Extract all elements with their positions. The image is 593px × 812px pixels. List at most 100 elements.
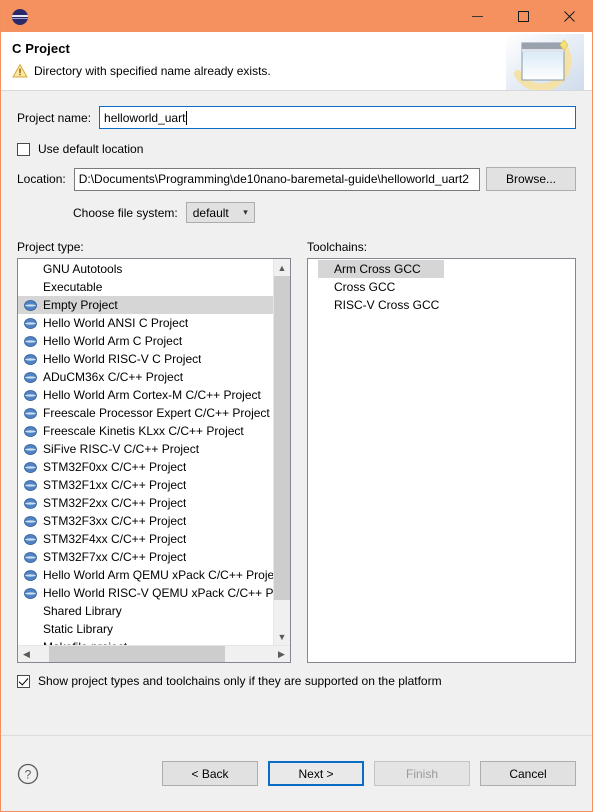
scroll-left-icon[interactable]: ◀ bbox=[18, 646, 35, 662]
scroll-down-icon[interactable]: ▼ bbox=[274, 628, 290, 645]
project-name-label: Project name: bbox=[17, 110, 92, 125]
toolchain-item[interactable]: Cross GCC bbox=[318, 278, 575, 296]
project-type-item-label: Hello World RISC-V QEMU xPack C/C++ Proj bbox=[43, 586, 273, 600]
project-type-item-label: STM32F7xx C/C++ Project bbox=[43, 550, 187, 564]
project-type-item[interactable]: Hello World RISC-V C Project bbox=[18, 350, 273, 368]
toolchain-item[interactable]: Arm Cross GCC bbox=[318, 260, 444, 278]
toolchains-listbox[interactable]: Arm Cross GCC Cross GCC RISC-V Cross GCC bbox=[307, 258, 576, 663]
project-type-icon bbox=[24, 533, 37, 545]
scroll-right-icon[interactable]: ▶ bbox=[273, 646, 290, 662]
vertical-scroll-track[interactable] bbox=[274, 276, 290, 628]
project-type-item[interactable]: Hello World Arm C Project bbox=[18, 332, 273, 350]
project-type-icon bbox=[24, 515, 37, 527]
toolchains-column: Toolchains: Arm Cross GCC Cross GCC RISC-V… bbox=[307, 240, 576, 663]
project-type-item[interactable]: STM32F1xx C/C++ Project bbox=[18, 476, 273, 494]
platform-filter-checkbox[interactable] bbox=[17, 674, 30, 688]
warning-icon bbox=[12, 64, 28, 78]
location-row: Location: D:\Documents\Programming\de10n… bbox=[17, 167, 576, 191]
project-type-item[interactable]: Static Library bbox=[18, 620, 273, 638]
project-type-icon bbox=[24, 569, 37, 581]
project-type-item-label: Static Library bbox=[43, 622, 114, 636]
project-type-item-label: STM32F2xx C/C++ Project bbox=[43, 496, 187, 510]
project-type-item-label: Empty Project bbox=[43, 298, 118, 312]
project-type-item[interactable]: STM32F0xx C/C++ Project bbox=[18, 458, 273, 476]
project-type-item[interactable]: STM32F4xx C/C++ Project bbox=[18, 530, 273, 548]
scroll-up-icon[interactable]: ▲ bbox=[274, 259, 290, 276]
project-type-item[interactable]: Hello World ANSI C Project bbox=[18, 314, 273, 332]
project-type-item[interactable]: Executable bbox=[18, 278, 273, 296]
toolchains-label: Toolchains: bbox=[307, 240, 368, 254]
project-type-listbox[interactable]: GNU Autotools Executable Empty Project Hell… bbox=[17, 258, 291, 663]
project-type-item-label: SiFive RISC-V C/C++ Project bbox=[43, 442, 200, 456]
toolchains-scroll-area: Arm Cross GCC Cross GCC RISC-V Cross GCC bbox=[308, 259, 575, 662]
project-name-row: Project name: helloworld_uart bbox=[17, 106, 576, 129]
project-type-item[interactable]: STM32F7xx C/C++ Project bbox=[18, 548, 273, 566]
project-name-input[interactable]: helloworld_uart bbox=[99, 106, 576, 129]
chevron-down-icon: ▾ bbox=[243, 207, 248, 217]
project-type-icon bbox=[24, 353, 37, 365]
project-type-item[interactable]: Shared Library bbox=[18, 602, 273, 620]
project-type-item-label: Freescale Processor Expert C/C++ Project bbox=[43, 406, 270, 420]
header-message: Directory with specified name already ex… bbox=[34, 64, 271, 78]
location-label: Location: bbox=[17, 172, 66, 186]
project-type-item-label: Hello World RISC-V C Project bbox=[43, 352, 202, 366]
project-type-item[interactable]: GNU Autotools bbox=[18, 260, 273, 278]
project-type-column: Project type: GNU Autotools Executable Emp… bbox=[17, 240, 291, 663]
project-type-item-label: STM32F3xx C/C++ Project bbox=[43, 514, 187, 528]
project-type-vertical-scrollbar[interactable]: ▲ ▼ bbox=[273, 259, 290, 645]
minimize-icon[interactable] bbox=[454, 1, 500, 32]
location-value: D:\Documents\Programming\de10nano-bareme… bbox=[78, 172, 469, 186]
horizontal-scroll-track[interactable] bbox=[35, 646, 273, 662]
help-icon[interactable]: ? bbox=[17, 763, 39, 785]
project-type-item[interactable]: Makefile project bbox=[18, 638, 273, 645]
title-bar bbox=[1, 1, 592, 32]
project-type-item[interactable]: Freescale Kinetis KLxx C/C++ Project bbox=[18, 422, 273, 440]
back-button[interactable]: < Back bbox=[162, 761, 258, 786]
project-type-item[interactable]: STM32F3xx C/C++ Project bbox=[18, 512, 273, 530]
use-default-location-checkbox[interactable] bbox=[17, 142, 30, 156]
project-type-icon bbox=[24, 587, 37, 599]
toolchain-item-label: Arm Cross GCC bbox=[334, 262, 421, 276]
file-system-row: Choose file system: default ▾ bbox=[17, 202, 576, 223]
file-system-value: default bbox=[192, 205, 229, 220]
project-type-item[interactable]: Hello World RISC-V QEMU xPack C/C++ Proj bbox=[18, 584, 273, 602]
project-type-horizontal-scrollbar[interactable]: ◀ ▶ bbox=[18, 645, 290, 662]
footer-buttons: < Back Next > Finish Cancel bbox=[162, 761, 576, 786]
horizontal-scroll-thumb[interactable] bbox=[49, 646, 226, 662]
file-system-select[interactable]: default ▾ bbox=[185, 202, 255, 223]
platform-filter-row[interactable]: Show project types and toolchains only i… bbox=[17, 674, 576, 688]
cancel-button[interactable]: Cancel bbox=[480, 761, 576, 786]
project-type-item[interactable]: Freescale Processor Expert C/C++ Project bbox=[18, 404, 273, 422]
project-type-item-label: Hello World Arm C Project bbox=[43, 334, 183, 348]
browse-button[interactable]: Browse... bbox=[486, 167, 576, 191]
project-type-icon bbox=[24, 461, 37, 473]
text-caret bbox=[186, 110, 188, 125]
svg-text:?: ? bbox=[25, 767, 32, 781]
project-type-label: Project type: bbox=[17, 240, 84, 254]
project-type-scroll-area: GNU Autotools Executable Empty Project Hell… bbox=[18, 259, 290, 645]
wizard-body: Project name: helloworld_uart Use defaul… bbox=[1, 91, 592, 735]
project-type-icon bbox=[24, 407, 37, 419]
next-button[interactable]: Next > bbox=[268, 761, 364, 786]
project-type-item[interactable]: STM32F2xx C/C++ Project bbox=[18, 494, 273, 512]
maximize-icon[interactable] bbox=[500, 1, 546, 32]
page-title: C Project bbox=[12, 41, 70, 56]
project-type-item-label: GNU Autotools bbox=[43, 262, 123, 276]
finish-button: Finish bbox=[374, 761, 470, 786]
project-type-item-label: Executable bbox=[43, 280, 103, 294]
platform-filter-label: Show project types and toolchains only i… bbox=[38, 674, 442, 688]
project-type-item[interactable]: Hello World Arm QEMU xPack C/C++ Project bbox=[18, 566, 273, 584]
toolchain-item-label: RISC-V Cross GCC bbox=[334, 298, 440, 312]
project-type-item[interactable]: Hello World Arm Cortex-M C/C++ Project bbox=[18, 386, 273, 404]
close-icon[interactable] bbox=[546, 1, 592, 32]
location-input[interactable]: D:\Documents\Programming\de10nano-bareme… bbox=[73, 167, 480, 191]
project-type-icon bbox=[24, 389, 37, 401]
vertical-scroll-thumb[interactable] bbox=[274, 276, 290, 600]
project-type-item[interactable]: ADuCM36x C/C++ Project bbox=[18, 368, 273, 386]
list-item-spacer bbox=[24, 623, 37, 636]
toolchain-item[interactable]: RISC-V Cross GCC bbox=[318, 296, 575, 314]
file-system-label: Choose file system: bbox=[73, 205, 178, 220]
use-default-location-row[interactable]: Use default location bbox=[17, 142, 576, 156]
project-type-item[interactable]: SiFive RISC-V C/C++ Project bbox=[18, 440, 273, 458]
project-type-item[interactable]: Empty Project bbox=[18, 296, 273, 314]
